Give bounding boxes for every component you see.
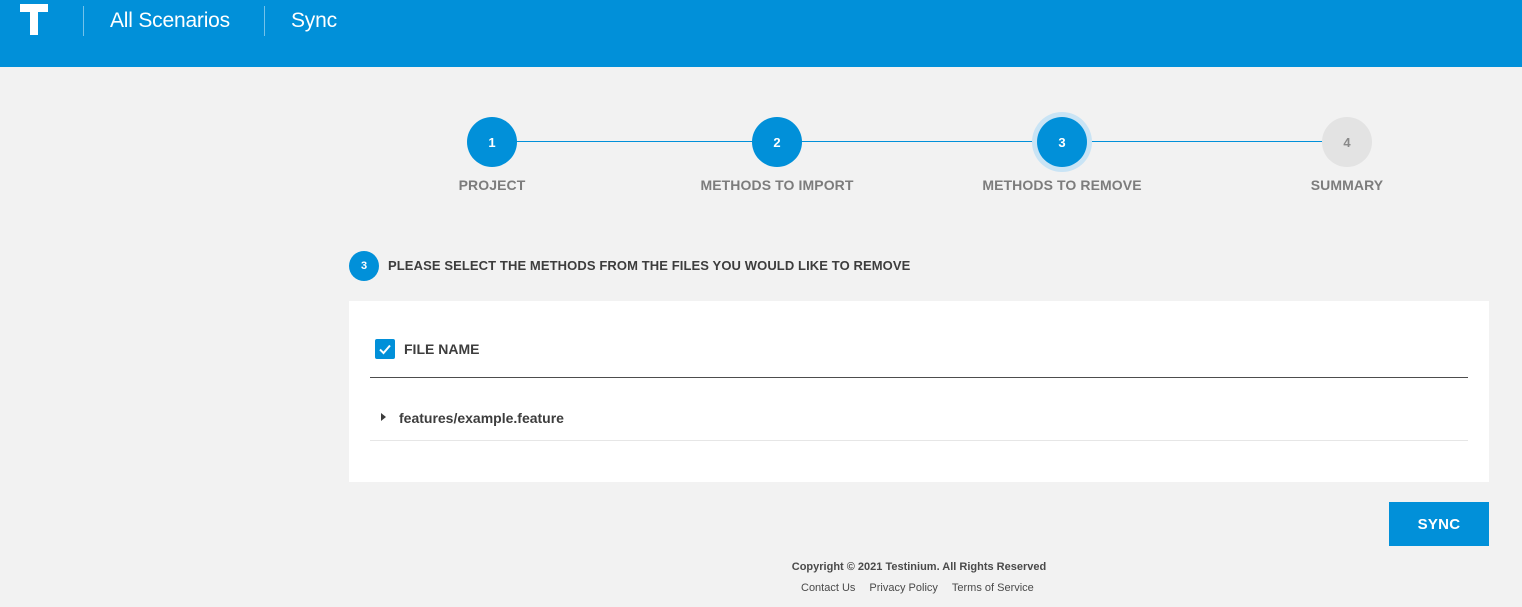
step-1-circle[interactable]: 1 — [467, 117, 517, 167]
privacy-policy-link[interactable]: Privacy Policy — [869, 582, 937, 594]
methods-panel: FILE NAME features/example.feature — [349, 301, 1489, 482]
step-2-circle[interactable]: 2 — [752, 117, 802, 167]
step-4-label: SUMMARY — [1310, 177, 1384, 193]
copyright-text: Copyright © 2021 Testinium. All Rights R… — [791, 561, 1047, 573]
file-name[interactable]: features/example.feature — [399, 410, 564, 426]
nav-sync[interactable]: Sync — [291, 9, 337, 33]
nav-all-scenarios[interactable]: All Scenarios — [110, 9, 230, 33]
step-connector — [777, 141, 1062, 142]
step-3-circle[interactable]: 3 — [1037, 117, 1087, 167]
step-connector — [492, 141, 777, 142]
file-name-column-header: FILE NAME — [404, 341, 480, 357]
step-1-label: PROJECT — [458, 177, 526, 193]
top-bar: All Scenarios Sync — [0, 0, 1522, 67]
step-4-circle: 4 — [1322, 117, 1372, 167]
select-all-checkbox[interactable] — [375, 339, 395, 359]
header-divider — [83, 6, 84, 36]
checkmark-icon — [379, 344, 391, 355]
section-step-badge: 3 — [349, 251, 379, 281]
footer-links: Contact Us Privacy Policy Terms of Servi… — [801, 582, 1034, 594]
sync-button[interactable]: SYNC — [1389, 502, 1489, 546]
terms-of-service-link[interactable]: Terms of Service — [952, 582, 1034, 594]
section-title: PLEASE SELECT THE METHODS FROM THE FILES… — [388, 258, 911, 273]
contact-us-link[interactable]: Contact Us — [801, 582, 855, 594]
row-divider — [370, 440, 1468, 441]
header-divider — [370, 377, 1468, 378]
step-connector — [1062, 141, 1347, 142]
caret-right-icon[interactable] — [381, 413, 386, 421]
step-3-label: METHODS TO REMOVE — [982, 177, 1142, 193]
header-divider — [264, 6, 265, 36]
testinium-logo-icon[interactable] — [20, 4, 50, 40]
step-2-label: METHODS TO IMPORT — [700, 177, 854, 193]
